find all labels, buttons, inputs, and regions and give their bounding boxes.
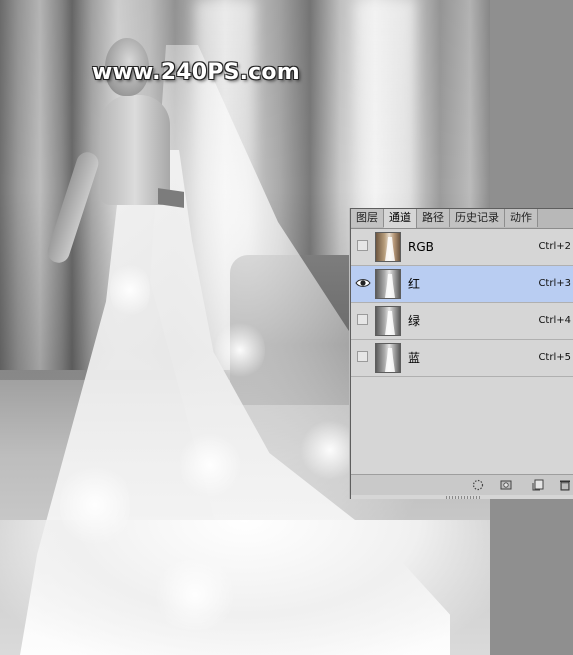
channel-thumbnail xyxy=(375,306,401,336)
channel-row-rgb[interactable]: RGB Ctrl+2 xyxy=(351,229,573,266)
channel-name: 绿 xyxy=(408,314,421,328)
tab-channels[interactable]: 通道 xyxy=(384,209,417,228)
channel-thumbnail xyxy=(375,343,401,373)
tab-layers[interactable]: 图层 xyxy=(351,209,384,227)
channel-name: 蓝 xyxy=(408,351,421,365)
panel-resize-grip[interactable] xyxy=(446,496,482,499)
channel-thumbnail xyxy=(375,269,401,299)
tab-paths[interactable]: 路径 xyxy=(417,209,450,227)
tab-actions[interactable]: 动作 xyxy=(505,209,538,227)
channel-shortcut: Ctrl+2 xyxy=(538,241,571,252)
channel-shortcut: Ctrl+3 xyxy=(538,278,571,289)
channels-panel: 图层 通道 路径 历史记录 动作 RGB Ctrl+2 红 Ctrl+3 绿 C… xyxy=(350,208,573,499)
canvas-lace xyxy=(215,320,265,380)
canvas-lace xyxy=(150,560,240,630)
load-selection-icon[interactable] xyxy=(472,479,484,491)
channel-row-red[interactable]: 红 Ctrl+3 xyxy=(351,266,573,303)
channel-name: RGB xyxy=(408,240,434,254)
canvas-lace xyxy=(60,460,130,550)
tab-history[interactable]: 历史记录 xyxy=(450,209,505,227)
channel-name: 红 xyxy=(408,277,421,291)
save-selection-icon[interactable] xyxy=(500,479,512,491)
visibility-toggle[interactable] xyxy=(357,240,368,251)
watermark-text: www.240PS.com xyxy=(92,60,300,85)
eye-icon[interactable] xyxy=(355,276,371,290)
channel-shortcut: Ctrl+4 xyxy=(538,315,571,326)
panel-bottom-bar xyxy=(351,474,573,495)
visibility-toggle[interactable] xyxy=(357,351,368,362)
visibility-toggle[interactable] xyxy=(357,314,368,325)
channel-thumbnail xyxy=(375,232,401,262)
delete-channel-icon[interactable] xyxy=(559,479,571,491)
channel-shortcut: Ctrl+5 xyxy=(538,352,571,363)
canvas-lace xyxy=(110,260,150,320)
panel-tabs: 图层 通道 路径 历史记录 动作 xyxy=(351,209,573,229)
channel-list: RGB Ctrl+2 红 Ctrl+3 绿 Ctrl+4 蓝 Ctrl+5 xyxy=(351,229,573,377)
new-channel-icon[interactable] xyxy=(532,479,544,491)
channel-row-blue[interactable]: 蓝 Ctrl+5 xyxy=(351,340,573,377)
channel-row-green[interactable]: 绿 Ctrl+4 xyxy=(351,303,573,340)
canvas-lace xyxy=(180,430,240,500)
